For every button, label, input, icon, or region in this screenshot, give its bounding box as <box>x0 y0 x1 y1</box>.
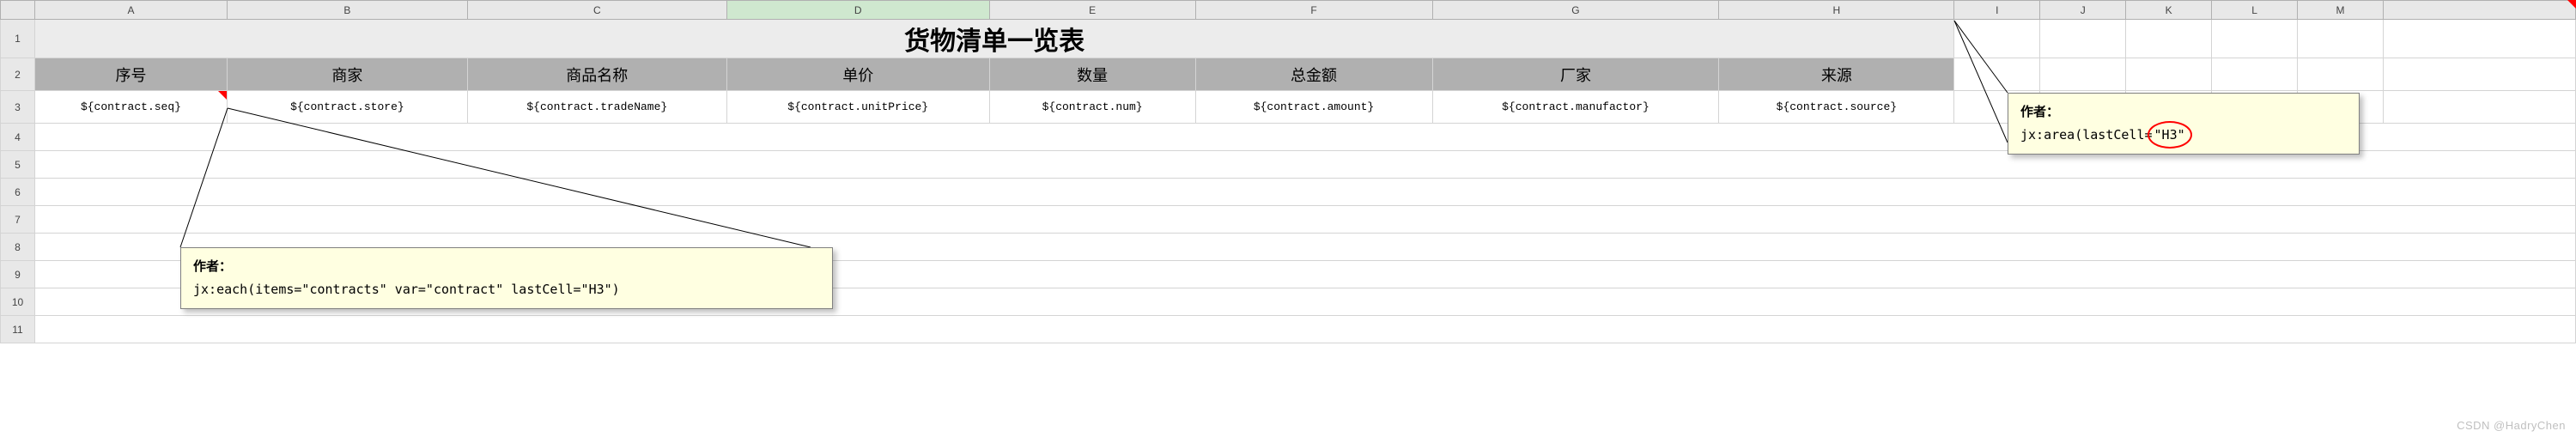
cells-row11[interactable] <box>34 316 2575 343</box>
col-header-F[interactable]: F <box>1195 1 1432 20</box>
header-tradename[interactable]: 商品名称 <box>467 58 726 91</box>
row-1: 1 货物清单一览表 <box>1 20 2576 58</box>
header-seq[interactable]: 序号 <box>34 58 227 91</box>
cell-M1[interactable] <box>2298 20 2384 58</box>
cell-E3[interactable]: ${contract.num} <box>989 91 1195 124</box>
cell-extra2[interactable] <box>2384 58 2576 91</box>
cell-G3[interactable]: ${contract.manufactor} <box>1432 91 1719 124</box>
header-source[interactable]: 来源 <box>1719 58 1954 91</box>
col-header-H[interactable]: H <box>1719 1 1954 20</box>
col-header-L[interactable]: L <box>2212 1 2298 20</box>
cell-J1[interactable] <box>2040 20 2126 58</box>
row-7: 7 <box>1 206 2576 234</box>
header-store[interactable]: 商家 <box>227 58 467 91</box>
row-header-3[interactable]: 3 <box>1 91 35 124</box>
row-header-7[interactable]: 7 <box>1 206 35 234</box>
cell-F3[interactable]: ${contract.amount} <box>1195 91 1432 124</box>
row-header-5[interactable]: 5 <box>1 151 35 179</box>
spreadsheet-viewport: A B C D E F G H I J K L M 1 货物清单一览表 2 序号… <box>0 0 2576 437</box>
header-num[interactable]: 数量 <box>989 58 1195 91</box>
cells-row6[interactable] <box>34 179 2575 206</box>
comment-jx-area[interactable]: 作者： jx:area(lastCell="H3") <box>2008 93 2360 155</box>
row-5: 5 <box>1 151 2576 179</box>
cells-row7[interactable] <box>34 206 2575 234</box>
col-header-D[interactable]: D <box>726 1 989 20</box>
row-6: 6 <box>1 179 2576 206</box>
cells-row5[interactable] <box>34 151 2575 179</box>
cell-D3[interactable]: ${contract.unitPrice} <box>726 91 989 124</box>
select-all-corner[interactable] <box>1 1 35 20</box>
cell-J2[interactable] <box>2040 58 2126 91</box>
comment-author-label: 作者： <box>193 257 820 277</box>
cell-A3[interactable]: ${contract.seq} <box>34 91 227 124</box>
comment-body: jx:each(items="contracts" var="contract"… <box>193 282 620 297</box>
watermark: CSDN @HadryChen <box>2457 419 2566 432</box>
row-11: 11 <box>1 316 2576 343</box>
cell-K2[interactable] <box>2126 58 2212 91</box>
row-header-2[interactable]: 2 <box>1 58 35 91</box>
col-header-C[interactable]: C <box>467 1 726 20</box>
row-header-6[interactable]: 6 <box>1 179 35 206</box>
col-header-B[interactable]: B <box>227 1 467 20</box>
row-2: 2 序号 商家 商品名称 单价 数量 总金额 厂家 来源 <box>1 58 2576 91</box>
col-header-I[interactable]: I <box>1954 1 2040 20</box>
cell-B3[interactable]: ${contract.store} <box>227 91 467 124</box>
col-header-E[interactable]: E <box>989 1 1195 20</box>
col-header-A[interactable]: A <box>34 1 227 20</box>
row-header-11[interactable]: 11 <box>1 316 35 343</box>
col-header-J[interactable]: J <box>2040 1 2126 20</box>
cell-L1[interactable] <box>2212 20 2298 58</box>
header-manufactor[interactable]: 厂家 <box>1432 58 1719 91</box>
cell-I1[interactable] <box>1954 20 2040 58</box>
comment-jx-each[interactable]: 作者： jx:each(items="contracts" var="contr… <box>180 247 833 309</box>
row-header-4[interactable]: 4 <box>1 124 35 151</box>
comment-highlight: "H3" <box>2153 124 2187 145</box>
row-header-10[interactable]: 10 <box>1 288 35 316</box>
comment-author-label: 作者： <box>2020 102 2347 123</box>
cell-H3[interactable]: ${contract.source} <box>1719 91 1954 124</box>
row-header-9[interactable]: 9 <box>1 261 35 288</box>
cell-extra3[interactable] <box>2384 91 2576 124</box>
row-header-8[interactable]: 8 <box>1 234 35 261</box>
cell-I2[interactable] <box>1954 58 2040 91</box>
cell-C3[interactable]: ${contract.tradeName} <box>467 91 726 124</box>
column-header-row: A B C D E F G H I J K L M <box>1 1 2576 20</box>
col-header-G[interactable]: G <box>1432 1 1719 20</box>
header-unitprice[interactable]: 单价 <box>726 58 989 91</box>
cell-L2[interactable] <box>2212 58 2298 91</box>
col-header-extra[interactable] <box>2384 1 2576 20</box>
col-header-K[interactable]: K <box>2126 1 2212 20</box>
comment-body-prefix: jx:area(lastCell= <box>2020 127 2153 143</box>
row-header-1[interactable]: 1 <box>1 20 35 58</box>
col-header-M[interactable]: M <box>2298 1 2384 20</box>
title-cell[interactable]: 货物清单一览表 <box>34 20 1953 58</box>
cell-K1[interactable] <box>2126 20 2212 58</box>
cell-extra1[interactable] <box>2384 20 2576 58</box>
header-amount[interactable]: 总金额 <box>1195 58 1432 91</box>
cell-M2[interactable] <box>2298 58 2384 91</box>
